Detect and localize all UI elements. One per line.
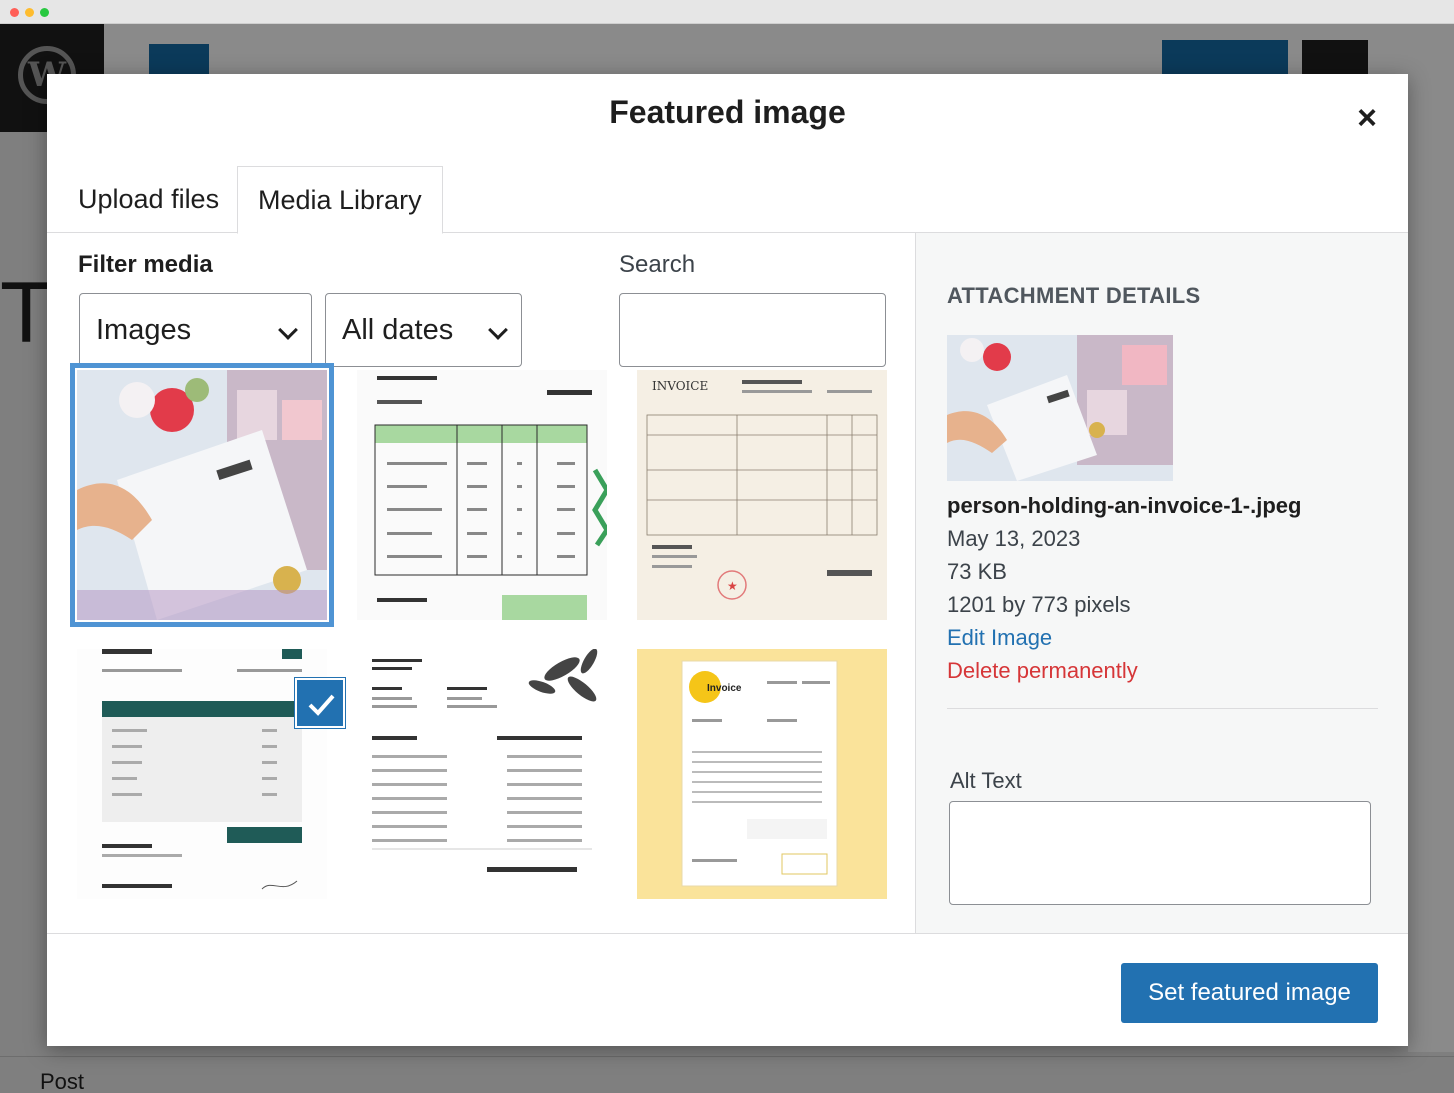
date-value: All dates bbox=[342, 314, 454, 346]
search-label: Search bbox=[619, 251, 696, 278]
close-window-button[interactable] bbox=[10, 8, 19, 17]
edit-image-link[interactable]: Edit Image bbox=[947, 625, 1052, 651]
invoice-thumbnail bbox=[357, 370, 607, 620]
attachment-date: May 13, 2023 bbox=[947, 526, 1081, 551]
featured-image-modal: Featured image × Upload files Media Libr… bbox=[47, 74, 1408, 1046]
attachment-details-panel: ATTACHMENT DETAILS person-holding-an-inv… bbox=[915, 233, 1408, 933]
attachment-dimensions: 1201 by 773 pixels bbox=[947, 592, 1131, 617]
modal-tabs: Upload files Media Library bbox=[47, 166, 1408, 234]
alt-text-field[interactable] bbox=[949, 801, 1371, 905]
invoice-thumbnail bbox=[357, 649, 607, 899]
alt-text-label: Alt Text bbox=[950, 768, 1022, 793]
delete-permanently-link[interactable]: Delete permanently bbox=[947, 658, 1138, 684]
media-item-invoice-green[interactable] bbox=[357, 370, 607, 620]
chevron-down-icon bbox=[488, 320, 508, 340]
filter-media-label: Filter media bbox=[78, 251, 213, 278]
media-type-value: Images bbox=[96, 314, 192, 346]
invoice-thumbnail: INVOICE ★ bbox=[637, 370, 887, 620]
svg-text:★: ★ bbox=[727, 579, 738, 593]
svg-text:INVOICE: INVOICE bbox=[652, 379, 708, 393]
attachment-thumbnail bbox=[947, 335, 1173, 481]
media-item-invoice-teal[interactable] bbox=[77, 649, 327, 899]
media-type-select[interactable]: Images bbox=[79, 293, 312, 367]
editor-sidebar-bg bbox=[1408, 132, 1454, 1052]
media-browser: Filter media Search Images All dates INV… bbox=[47, 233, 915, 933]
post-title-fragment: T bbox=[0, 265, 53, 361]
invoice-thumbnail: Invoice bbox=[637, 649, 887, 899]
close-icon[interactable]: × bbox=[1347, 98, 1387, 138]
photo-thumbnail bbox=[77, 370, 327, 620]
minimize-window-button[interactable] bbox=[25, 8, 34, 17]
tab-upload-files[interactable]: Upload files bbox=[78, 166, 219, 233]
media-item-invoice-yellow[interactable]: Invoice bbox=[637, 649, 887, 899]
window-titlebar bbox=[0, 0, 1454, 24]
invoice-thumbnail bbox=[77, 649, 327, 899]
media-grid: INVOICE ★ Invoice bbox=[47, 363, 915, 933]
attachment-details-heading: ATTACHMENT DETAILS bbox=[947, 283, 1201, 308]
media-item-invoice-leaf[interactable] bbox=[357, 649, 607, 899]
modal-title: Featured image bbox=[609, 94, 846, 130]
selected-check-icon[interactable] bbox=[295, 678, 345, 728]
maximize-window-button[interactable] bbox=[40, 8, 49, 17]
media-item-invoice-beige[interactable]: INVOICE ★ bbox=[637, 370, 887, 620]
date-select[interactable]: All dates bbox=[325, 293, 522, 367]
modal-footer: Set featured image bbox=[47, 933, 1408, 1046]
chevron-down-icon bbox=[278, 320, 298, 340]
post-label: Post bbox=[40, 1069, 85, 1093]
set-featured-image-button[interactable]: Set featured image bbox=[1121, 963, 1378, 1023]
attachment-filename: person-holding-an-invoice-1-.jpeg bbox=[947, 493, 1302, 518]
attachment-size: 73 KB bbox=[947, 559, 1007, 584]
divider bbox=[947, 708, 1378, 709]
svg-text:Invoice: Invoice bbox=[707, 683, 742, 694]
editor-footer: Post bbox=[0, 1056, 1454, 1093]
media-item-person-invoice[interactable] bbox=[70, 363, 334, 627]
tab-media-library[interactable]: Media Library bbox=[237, 166, 443, 234]
search-input[interactable] bbox=[619, 293, 886, 367]
